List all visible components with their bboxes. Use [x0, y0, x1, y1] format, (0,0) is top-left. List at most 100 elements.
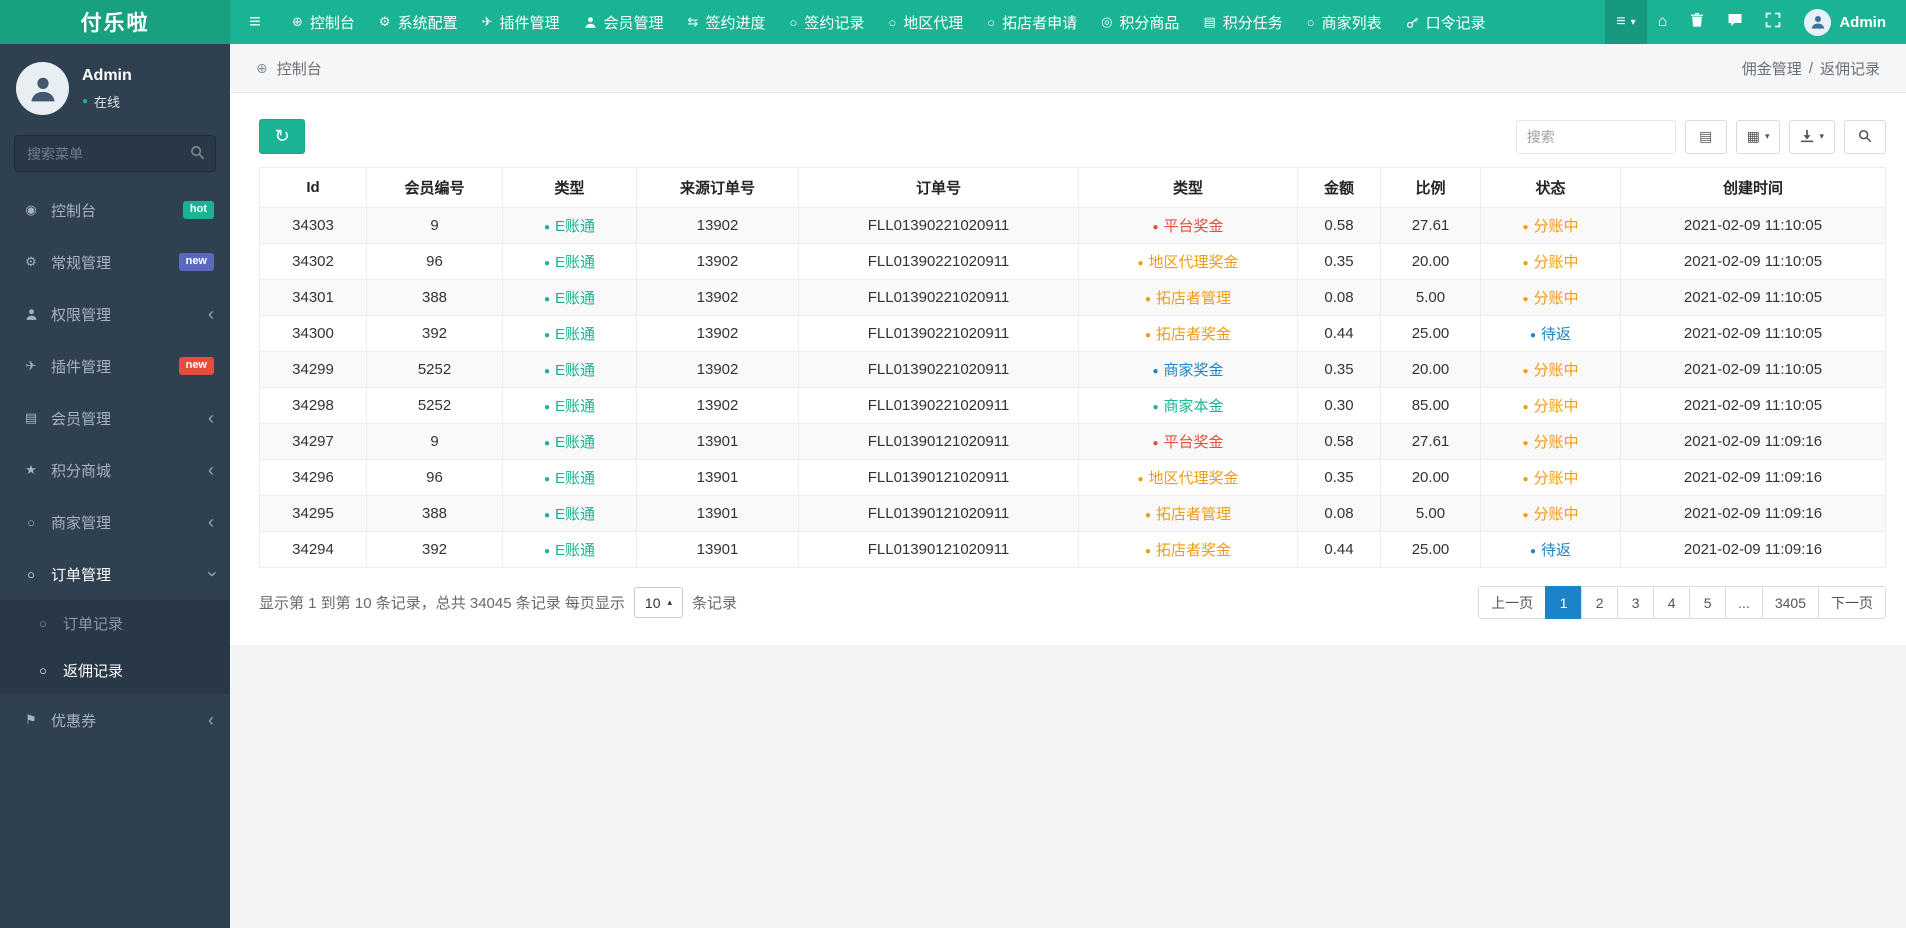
circle-icon: ○: [888, 14, 897, 30]
trash-button[interactable]: [1678, 0, 1716, 44]
page-size-select[interactable]: 10 ▴: [633, 587, 684, 618]
page-button-3[interactable]: 3: [1617, 586, 1655, 619]
user-icon: [584, 16, 597, 29]
circle-icon: ○: [789, 14, 798, 30]
cell-order-no: FLL01390221020911: [798, 207, 1079, 244]
table-row: 34295 388 ● E账通 13901 FLL01390121020911 ● 拓店者管理…: [259, 495, 1886, 532]
online-status: ● 在线: [82, 92, 132, 111]
table-footer: 显示第 1 到第 10 条记录，总共 34045 条记录 每页显示 10 ▴ 条…: [259, 586, 1886, 619]
topnav-item-label: 系统配置: [397, 14, 458, 32]
card-view-button[interactable]: ▤: [1684, 119, 1727, 154]
menu-list-icon: ≡: [1616, 13, 1626, 30]
cell-id: 34302: [259, 243, 367, 280]
page-button-5[interactable]: 5: [1689, 586, 1727, 619]
cell-bonus-type: ● 拓店者管理: [1078, 495, 1298, 532]
topnav-item-label: 控制台: [309, 14, 355, 32]
topnav-item-9[interactable]: ▤ 积分任务: [1191, 0, 1294, 44]
cell-created-at: 2021-02-09 11:09:16: [1620, 495, 1886, 532]
status-dot-icon: ●: [1137, 474, 1144, 485]
sidebar-search: [14, 135, 216, 172]
page-button-1[interactable]: 1: [1545, 586, 1583, 619]
home-button[interactable]: ⌂: [1647, 0, 1679, 44]
topnav-item-11[interactable]: 口令记录: [1394, 0, 1498, 44]
user-icon: [23, 308, 39, 321]
brand-logo[interactable]: 付乐啦: [0, 0, 230, 44]
cell-account-type: ● E账通: [502, 495, 637, 532]
topnav-item-6[interactable]: ○ 地区代理: [876, 0, 975, 44]
cell-status: ● 分账中: [1480, 459, 1621, 496]
status-dot-icon: ●: [1529, 546, 1537, 557]
sidebar-item-6[interactable]: ○ 商家管理 ‹: [0, 496, 230, 548]
user-menu[interactable]: Admin: [1792, 0, 1886, 44]
cell-id: 34297: [259, 423, 367, 460]
circle-icon: ○: [1306, 14, 1315, 30]
cell-amount: 0.35: [1297, 243, 1381, 280]
sidebar-item-1[interactable]: ⚙ 常规管理 new: [0, 236, 230, 288]
cell-status: ● 待返: [1480, 315, 1621, 352]
chevron-left-icon: ‹: [208, 408, 214, 428]
sidebar-item-2[interactable]: 权限管理 ‹: [0, 288, 230, 340]
menu-search-input[interactable]: [14, 135, 216, 172]
status-dot-icon: ●: [1522, 402, 1529, 413]
page-button-3405[interactable]: 3405: [1761, 586, 1819, 619]
pagination: 上一页 1 2 3 4 5... 3405 下一页: [1478, 586, 1886, 619]
columns-grid-button[interactable]: ▦ ▾: [1735, 119, 1781, 154]
sidebar-item-label: 积分商城: [51, 462, 112, 480]
cell-member-no: 5252: [366, 351, 503, 388]
cell-id: 34303: [259, 207, 367, 244]
cell-member-no: 5252: [366, 387, 503, 424]
page-button-2[interactable]: 2: [1581, 586, 1619, 619]
cell-member-no: 96: [366, 243, 503, 280]
message-button[interactable]: [1716, 0, 1754, 44]
hamburger-icon: ≡: [249, 10, 261, 33]
topnav-item-8[interactable]: ◎ 积分商品: [1089, 0, 1191, 44]
status-dot-icon: ●: [543, 222, 551, 233]
topnav-item-7[interactable]: ○ 拓店者申请: [975, 0, 1089, 44]
page-next-button[interactable]: 下一页: [1818, 586, 1886, 619]
topnav-item-10[interactable]: ○ 商家列表: [1295, 0, 1394, 44]
search-button[interactable]: [1844, 119, 1886, 154]
cell-member-no: 388: [366, 279, 503, 316]
page-button-4[interactable]: 4: [1653, 586, 1691, 619]
refresh-button[interactable]: ↻: [259, 119, 305, 154]
cell-status: ● 分账中: [1480, 207, 1621, 244]
main-content: ⊕ 控制台 佣金管理 / 返佣记录 ↻ ▤▦▾▾ Id会员编号类型来源订单号订单…: [230, 44, 1906, 928]
column-header: 类型: [1078, 167, 1298, 208]
cell-bonus-type: ● 商家奖金: [1078, 351, 1298, 388]
fullscreen-button[interactable]: [1754, 0, 1792, 44]
topnav-item-0[interactable]: ⊕ 控制台: [280, 0, 367, 44]
table-search-input[interactable]: [1515, 119, 1676, 154]
sidebar-toggle-button[interactable]: ≡: [230, 0, 280, 44]
topnav-item-label: 口令记录: [1425, 14, 1486, 32]
cell-bonus-type: ● 地区代理奖金: [1078, 243, 1298, 280]
topnav-item-4[interactable]: ⇆ 签约进度: [676, 0, 778, 44]
sidebar-item-0[interactable]: ◉ 控制台 hot: [0, 184, 230, 236]
page-prev-button[interactable]: 上一页: [1478, 586, 1547, 619]
circle-icon: ○: [27, 566, 35, 582]
export-download-button[interactable]: ▾: [1789, 119, 1835, 154]
sidebar-subitem-0[interactable]: ○ 订单记录: [0, 600, 230, 647]
topnav-item-label: 插件管理: [499, 14, 560, 32]
cell-created-at: 2021-02-09 11:09:16: [1620, 459, 1886, 496]
sidebar-item-5[interactable]: ★ 积分商城 ‹: [0, 444, 230, 496]
topnav-item-1[interactable]: ⚙ 系统配置: [367, 0, 470, 44]
topnav-item-5[interactable]: ○ 签约记录: [777, 0, 876, 44]
topnav-item-3[interactable]: 会员管理: [572, 0, 676, 44]
export-download-icon: [1800, 129, 1814, 145]
cell-amount: 0.08: [1297, 279, 1381, 316]
topnav-item-label: 拓店者申请: [1002, 14, 1078, 32]
status-dot-icon: ●: [1144, 294, 1152, 305]
sidebar-item-3[interactable]: ✈ 插件管理 new: [0, 340, 230, 392]
status-dot-icon: ●: [543, 438, 551, 449]
status-dot-icon: ●: [1522, 438, 1529, 449]
sidebar-item-8[interactable]: ⚑ 优惠券 ‹: [0, 694, 230, 746]
topnav-item-2[interactable]: ✈ 插件管理: [470, 0, 572, 44]
cell-amount: 0.58: [1297, 423, 1381, 460]
sidebar-subitem-1[interactable]: ○ 返佣记录: [0, 647, 230, 694]
bullseye-icon: ◎: [1101, 14, 1113, 29]
topbar: 付乐啦 ≡ ⊕ 控制台 ⚙ 系统配置 ✈ 插件管理 会员管理 ⇆ 签约进度 ○ 签约记录 ○ 地区代理 ○…: [0, 0, 1906, 44]
sidebar-item-7[interactable]: ○ 订单管理 ‹: [0, 548, 230, 600]
cell-amount: 0.44: [1297, 531, 1381, 568]
sidebar-item-4[interactable]: ▤ 会员管理 ‹: [0, 392, 230, 444]
menu-list-button[interactable]: ≡ ▾: [1605, 0, 1647, 44]
